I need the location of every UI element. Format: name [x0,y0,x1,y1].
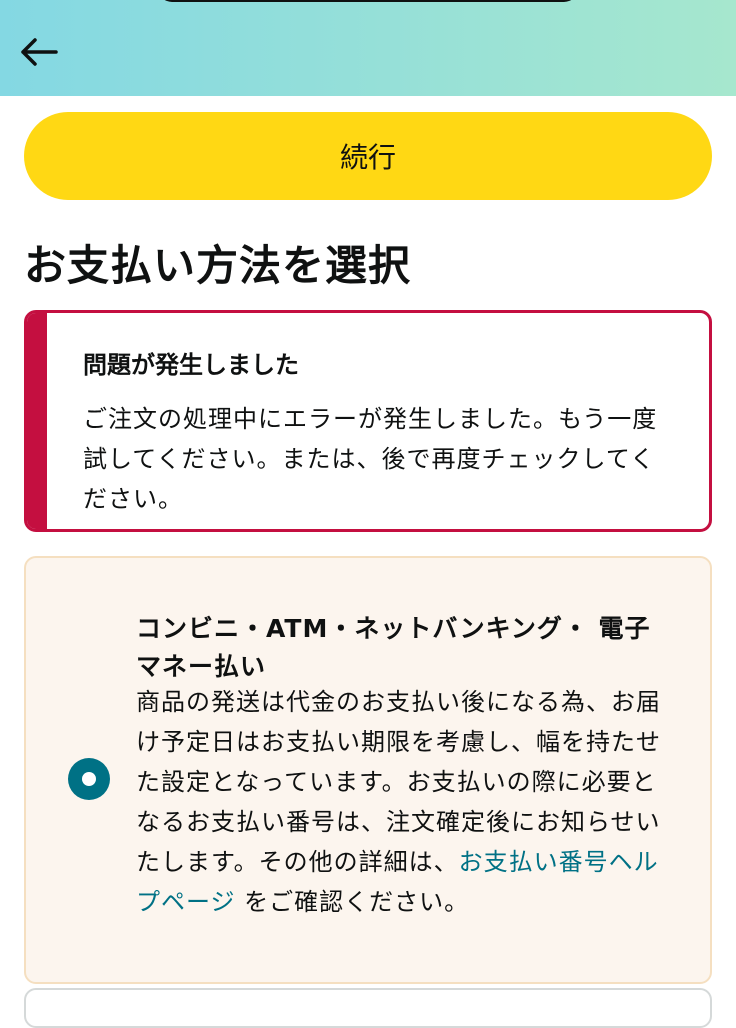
error-alert: 問題が発生しました ご注文の処理中にエラーが発生しました。もう一度試してください… [24,310,712,532]
error-title: 問題が発生しました [83,351,299,379]
payment-option-description: 商品の発送は代金のお支払い後になる為、お届け予定日はお支払い期限を考慮し、幅を持… [136,682,676,922]
error-message: ご注文の処理中にエラーが発生しました。もう一度試してください。または、後で再度チ… [83,405,658,513]
error-accent-bar [27,313,47,529]
payment-option-radio[interactable] [68,758,110,800]
top-header [0,0,736,96]
payment-option-title: コンビニ・ATM・ネットバンキング・ 電子マネー払い [136,614,651,681]
page-title: お支払い方法を選択 [24,241,412,290]
next-payment-option-card[interactable] [24,988,712,1028]
status-notch [158,0,578,2]
radio-selected-dot [82,772,96,786]
description-text-end: をご確認ください。 [235,888,470,916]
payment-option-card[interactable]: コンビニ・ATM・ネットバンキング・ 電子マネー払い 商品の発送は代金のお支払い… [24,556,712,984]
back-button[interactable] [14,30,62,74]
arrow-left-icon [21,38,58,66]
continue-button[interactable]: 続行 [24,112,712,200]
